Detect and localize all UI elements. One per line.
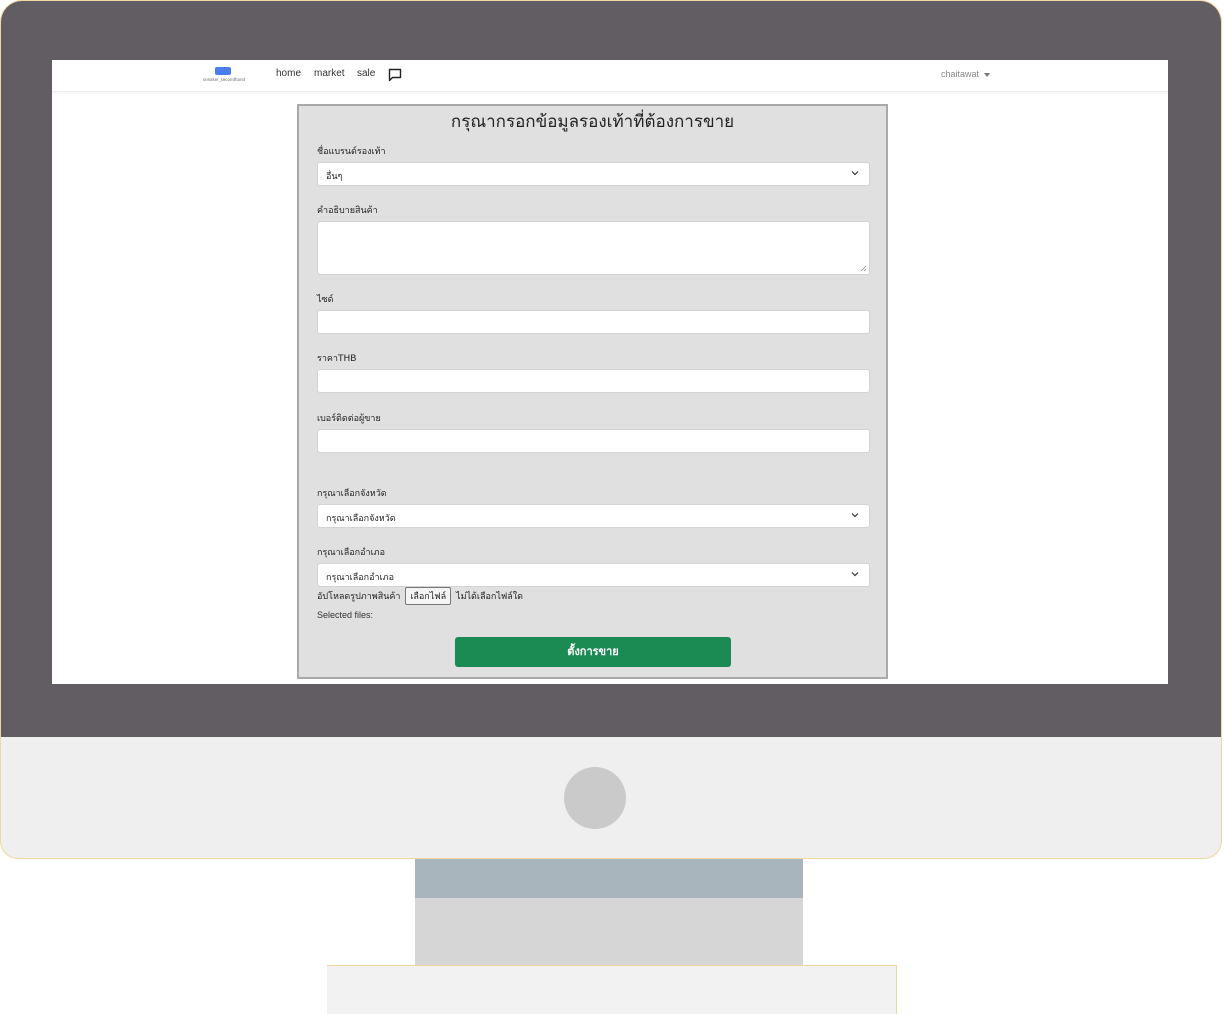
- user-menu-toggle[interactable]: chaitawat: [941, 69, 991, 79]
- monitor-stand-base: [327, 965, 897, 1014]
- price-input[interactable]: [317, 369, 870, 393]
- phone-label: เบอร์ติดต่อผู้ขาย: [317, 414, 381, 424]
- description-label: คำอธิบายสินค้า: [317, 206, 378, 216]
- province-select-value: กรุณาเลือกจังหวัด: [326, 514, 396, 524]
- district-select-value: กรุณาเลือกอำเภอ: [326, 573, 395, 583]
- brand-logo-link[interactable]: sneaker_secondhand: [198, 67, 250, 85]
- form-title: กรุณากรอกข้อมูลรองเท้าที่ต้องการขาย: [450, 112, 735, 132]
- chat-icon[interactable]: [388, 68, 402, 82]
- screen: sneaker_secondhand home market sale chai…: [52, 60, 1168, 684]
- navbar: sneaker_secondhand home market sale chai…: [52, 60, 1168, 92]
- district-select[interactable]: กรุณาเลือกอำเภอ: [317, 563, 870, 587]
- size-input[interactable]: [317, 310, 870, 334]
- brand-label: ชื่อแบรนด์รองเท้า: [317, 147, 386, 157]
- description-textarea[interactable]: [317, 221, 870, 275]
- submit-sale-button[interactable]: ตั้งการขาย: [455, 637, 731, 667]
- monitor-power-dot: [564, 767, 626, 829]
- nav-link-home[interactable]: home: [276, 68, 301, 79]
- price-label: ราคาTHB: [317, 354, 357, 364]
- brand-select-value: อื่นๆ: [326, 172, 343, 182]
- province-select[interactable]: กรุณาเลือกจังหวัด: [317, 504, 870, 528]
- brand-select[interactable]: อื่นๆ: [317, 162, 870, 186]
- chevron-down-icon: [851, 572, 859, 577]
- phone-input[interactable]: [317, 429, 870, 453]
- sell-form-card: กรุณากรอกข้อมูลรองเท้าที่ต้องการขาย ชื่อ…: [297, 104, 888, 679]
- caret-down-icon: [984, 72, 991, 77]
- upload-row: อัปโหลดรูปภาพสินค้า เลือกไฟล์ ไม่ได้เลือ…: [317, 587, 523, 605]
- monitor-stand-neck-top: [415, 859, 803, 898]
- brand-logo-icon: [215, 67, 231, 75]
- nav-link-market[interactable]: market: [314, 68, 345, 79]
- choose-file-button[interactable]: เลือกไฟล์: [405, 587, 452, 605]
- district-label: กรุณาเลือกอำเภอ: [317, 548, 386, 558]
- no-file-text: ไม่ได้เลือกไฟล์ใด: [456, 592, 523, 602]
- chevron-down-icon: [851, 171, 859, 176]
- size-label: ไซด์: [317, 295, 334, 305]
- brand-text: sneaker_secondhand: [202, 77, 246, 82]
- monitor-stand-neck: [415, 898, 803, 965]
- chevron-down-icon: [851, 513, 859, 518]
- resize-handle-icon[interactable]: [860, 265, 867, 272]
- nav-link-sale[interactable]: sale: [357, 68, 375, 79]
- username: chaitawat: [941, 69, 980, 79]
- selected-files-label: Selected files:: [317, 610, 374, 620]
- upload-label: อัปโหลดรูปภาพสินค้า: [317, 592, 401, 602]
- province-label: กรุณาเลือกจังหวัด: [317, 489, 387, 499]
